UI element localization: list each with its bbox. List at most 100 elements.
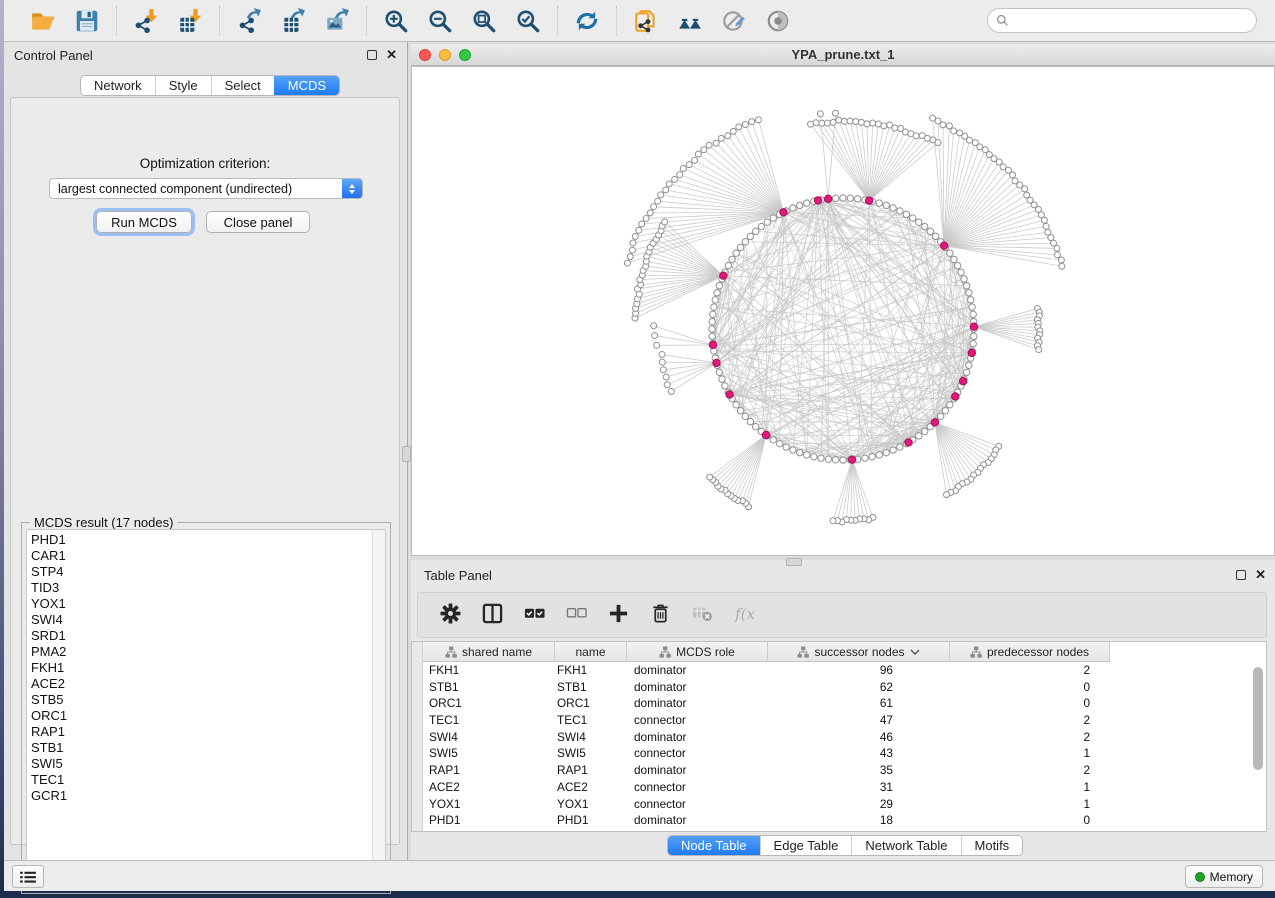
- export-table-icon[interactable]: [278, 6, 308, 36]
- export-image-icon[interactable]: [322, 6, 352, 36]
- mcds-result-item[interactable]: CAR1: [27, 548, 385, 564]
- table-cell: STB1: [555, 679, 627, 696]
- mcds-result-item[interactable]: TID3: [27, 580, 385, 596]
- mcds-result-item[interactable]: SWI4: [27, 612, 385, 628]
- table-tab-edge-table[interactable]: Edge Table: [760, 836, 852, 855]
- table-row[interactable]: RAP1RAP1dominator352: [423, 762, 1252, 779]
- import-network-icon[interactable]: [131, 6, 161, 36]
- table-row[interactable]: SWI4SWI4dominator462: [423, 729, 1252, 746]
- table-cell: YOX1: [423, 796, 555, 813]
- table-float-icon[interactable]: [1236, 570, 1246, 580]
- mcds-result-item[interactable]: SRD1: [27, 628, 385, 644]
- zoom-out-icon[interactable]: [425, 6, 455, 36]
- dropdown-stepper-icon: [342, 179, 362, 198]
- memory-label: Memory: [1210, 870, 1253, 884]
- delete-column-icon[interactable]: [650, 603, 671, 627]
- zoom-in-icon[interactable]: [381, 6, 411, 36]
- table-cell: SWI4: [423, 729, 555, 746]
- table-row[interactable]: PHD1PHD1dominator180: [423, 812, 1252, 829]
- mcds-result-title: MCDS result (17 nodes): [30, 515, 177, 530]
- column-header-shared-name[interactable]: shared name: [423, 642, 555, 662]
- toggle-panels-icon[interactable]: [482, 603, 503, 627]
- table-scrollbar[interactable]: [1253, 664, 1264, 829]
- search-box[interactable]: [987, 8, 1257, 33]
- table-cell: ORC1: [555, 695, 627, 712]
- open-file-icon[interactable]: [28, 6, 58, 36]
- zoom-fit-icon[interactable]: [469, 6, 499, 36]
- task-history-button[interactable]: [12, 865, 44, 888]
- mcds-result-item[interactable]: ACE2: [27, 676, 385, 692]
- delete-table-icon: [692, 603, 713, 627]
- mcds-result-item[interactable]: GCR1: [27, 788, 385, 804]
- table-row[interactable]: TEC1TEC1connector472: [423, 712, 1252, 729]
- column-header-successor-nodes[interactable]: successor nodes: [768, 642, 950, 662]
- memory-button[interactable]: Memory: [1185, 865, 1263, 888]
- column-header-MCDS-role[interactable]: MCDS role: [627, 642, 768, 662]
- close-panel-button[interactable]: Close panel: [206, 211, 310, 233]
- graphics-details-icon[interactable]: [719, 6, 749, 36]
- table-close-icon[interactable]: ✕: [1255, 570, 1266, 580]
- tab-network[interactable]: Network: [81, 76, 155, 95]
- table-cell: 47: [768, 712, 950, 729]
- table-tab-node-table[interactable]: Node Table: [668, 836, 760, 855]
- table-settings-icon[interactable]: [440, 603, 461, 627]
- memory-status-icon: [1195, 872, 1205, 882]
- table-row[interactable]: ACE2ACE2connector311: [423, 779, 1252, 796]
- table-row[interactable]: ORC1ORC1dominator610: [423, 695, 1252, 712]
- mcds-result-item[interactable]: PHD1: [27, 532, 385, 548]
- apply-layout-icon[interactable]: [572, 6, 602, 36]
- mcds-list-scrollbar[interactable]: [372, 530, 385, 888]
- import-table-icon[interactable]: [175, 6, 205, 36]
- table-row[interactable]: SWI5SWI5connector431: [423, 745, 1252, 762]
- new-network-from-selection-icon[interactable]: [631, 6, 661, 36]
- mcds-result-item[interactable]: PMA2: [27, 644, 385, 660]
- table-splitter-grip[interactable]: [786, 558, 802, 566]
- network-canvas[interactable]: [411, 66, 1275, 556]
- table-cell: PHD1: [555, 812, 627, 829]
- network-window-titlebar[interactable]: YPA_prune.txt_1: [411, 44, 1275, 66]
- table-cell: TEC1: [423, 712, 555, 729]
- table-cell: 2: [950, 729, 1110, 746]
- table-tab-network-table[interactable]: Network Table: [851, 836, 960, 855]
- tab-select[interactable]: Select: [211, 76, 274, 95]
- run-mcds-button[interactable]: Run MCDS: [96, 211, 192, 233]
- column-header-name[interactable]: name: [555, 642, 627, 662]
- tab-mcds[interactable]: MCDS: [274, 76, 339, 95]
- close-panel-icon[interactable]: ✕: [386, 50, 397, 60]
- mcds-result-item[interactable]: FKH1: [27, 660, 385, 676]
- search-input[interactable]: [1014, 14, 1248, 28]
- control-panel-tabs: NetworkStyleSelectMCDS: [80, 75, 340, 96]
- mcds-result-item[interactable]: RAP1: [27, 724, 385, 740]
- table-row[interactable]: FKH1FKH1dominator962: [423, 662, 1252, 679]
- panel-splitter-grip[interactable]: [402, 446, 411, 462]
- mcds-result-item[interactable]: SWI5: [27, 756, 385, 772]
- table-tab-motifs[interactable]: Motifs: [961, 836, 1023, 855]
- float-panel-icon[interactable]: [367, 50, 377, 60]
- criterion-dropdown[interactable]: largest connected component (undirected): [49, 178, 363, 199]
- zoom-selected-icon[interactable]: [513, 6, 543, 36]
- mcds-result-item[interactable]: YOX1: [27, 596, 385, 612]
- show-hide-eye-icon[interactable]: [763, 6, 793, 36]
- add-column-icon[interactable]: [608, 603, 629, 627]
- table-cell: connector: [627, 745, 768, 762]
- task-list-icon: [19, 870, 37, 884]
- mcds-result-item[interactable]: STB5: [27, 692, 385, 708]
- table-cell: TEC1: [555, 712, 627, 729]
- mcds-result-item[interactable]: TEC1: [27, 772, 385, 788]
- mcds-result-item[interactable]: STP4: [27, 564, 385, 580]
- mcds-result-list[interactable]: PHD1CAR1STP4TID3YOX1SWI4SRD1PMA2FKH1ACE2…: [26, 529, 386, 889]
- save-session-icon[interactable]: [72, 6, 102, 36]
- deselect-all-icon[interactable]: [566, 603, 587, 627]
- table-scrollbar-thumb[interactable]: [1253, 667, 1263, 770]
- mcds-result-item[interactable]: STB1: [27, 740, 385, 756]
- column-header-predecessor-nodes[interactable]: predecessor nodes: [950, 642, 1110, 662]
- mcds-result-item[interactable]: ORC1: [27, 708, 385, 724]
- table-cell: connector: [627, 712, 768, 729]
- tab-style[interactable]: Style: [155, 76, 211, 95]
- export-network-icon[interactable]: [234, 6, 264, 36]
- table-row[interactable]: STB1STB1dominator620: [423, 679, 1252, 696]
- table-cell: 46: [768, 729, 950, 746]
- select-all-icon[interactable]: [524, 603, 545, 627]
- table-row[interactable]: YOX1YOX1connector291: [423, 796, 1252, 813]
- network-overview-icon[interactable]: [675, 6, 705, 36]
